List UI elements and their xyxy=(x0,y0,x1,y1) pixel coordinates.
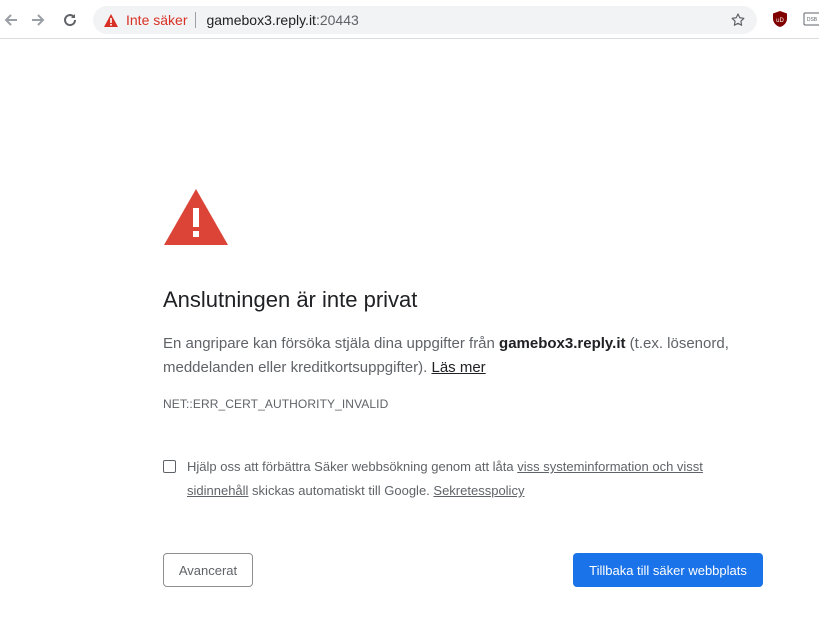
not-secure-warning-icon[interactable] xyxy=(103,12,119,28)
url-port[interactable]: :20443 xyxy=(316,12,359,28)
ublock-extension-icon[interactable]: uD xyxy=(771,10,789,28)
description-host: gamebox3.reply.it xyxy=(499,335,626,352)
optin-text-part: Hjälp oss att förbättra Säker webbsöknin… xyxy=(187,459,518,474)
safe-browsing-optin-text: Hjälp oss att förbättra Säker webbsöknin… xyxy=(187,455,747,503)
forward-icon[interactable] xyxy=(27,9,49,31)
extension-icon[interactable]: DSB xyxy=(803,10,819,28)
large-warning-icon xyxy=(163,188,229,246)
page-title: Anslutningen är inte privat xyxy=(163,287,418,312)
privacy-policy-link[interactable]: Sekretesspolicy xyxy=(433,483,524,498)
reload-icon[interactable] xyxy=(59,9,81,31)
svg-text:uD: uD xyxy=(776,18,784,24)
optin-text-part: skickas automatiskt till Google. xyxy=(248,483,434,498)
description-text: En angripare kan försöka stjäla dina upp… xyxy=(163,332,753,380)
error-code[interactable]: NET::ERR_CERT_AUTHORITY_INVALID xyxy=(163,397,388,411)
url-host[interactable]: gamebox3.reply.it xyxy=(206,12,315,28)
description-part: En angripare kan försöka stjäla dina upp… xyxy=(163,335,500,352)
learn-more-link[interactable]: Läs mer xyxy=(431,359,485,376)
svg-text:DSB: DSB xyxy=(807,17,818,23)
browser-toolbar: Inte säker gamebox3.reply.it :20443 uD D… xyxy=(0,0,819,39)
back-icon[interactable] xyxy=(0,9,22,31)
security-state-label[interactable]: Inte säker xyxy=(126,12,187,28)
back-to-safety-button[interactable]: Tillbaka till säker webbplats xyxy=(573,553,763,587)
omnibox-separator xyxy=(195,12,197,28)
safe-browsing-optin-checkbox[interactable] xyxy=(163,460,176,473)
address-bar[interactable]: Inte säker gamebox3.reply.it :20443 xyxy=(93,6,757,34)
bookmark-star-icon[interactable] xyxy=(729,11,747,29)
advanced-button[interactable]: Avancerat xyxy=(163,553,253,587)
